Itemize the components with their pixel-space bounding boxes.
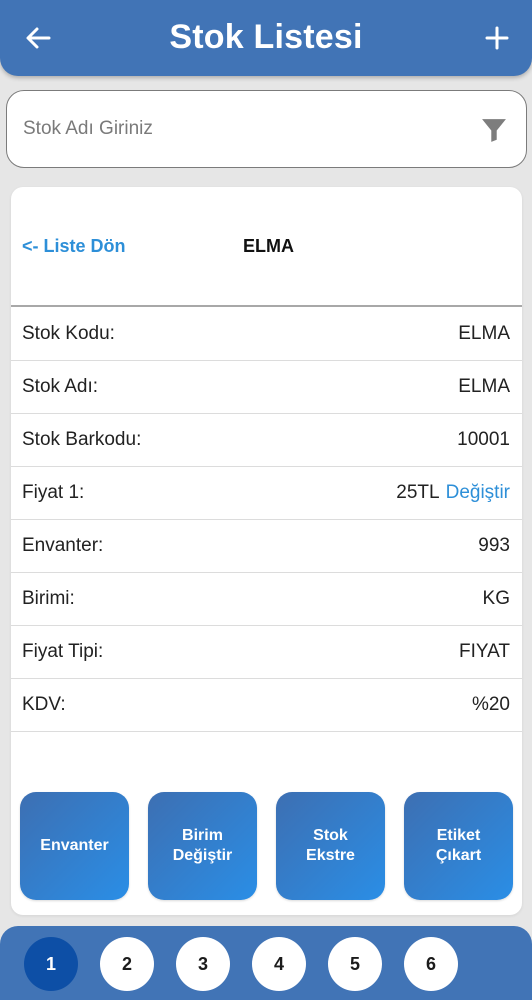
pagination-bar: 1 2 3 4 5 6 xyxy=(0,926,532,1000)
inventory-button[interactable]: Envanter xyxy=(20,792,129,900)
detail-label: Fiyat Tipi: xyxy=(22,641,104,662)
change-unit-button[interactable]: Birim Değiştir xyxy=(148,792,257,900)
detail-label: Stok Barkodu: xyxy=(22,429,142,450)
detail-label: Fiyat 1: xyxy=(22,482,85,503)
detail-row-stok-kodu: Stok Kodu: ELMA xyxy=(11,308,522,361)
price-value-group: 25TL Değiştir xyxy=(396,482,510,504)
detail-value: KG xyxy=(482,588,510,609)
search-box xyxy=(6,90,527,168)
arrow-left-icon xyxy=(26,27,51,49)
detail-label: KDV: xyxy=(22,694,66,715)
filter-icon[interactable] xyxy=(481,117,507,143)
page-button-2[interactable]: 2 xyxy=(100,937,154,991)
detail-label: Stok Kodu: xyxy=(22,323,115,344)
plus-icon xyxy=(485,26,509,50)
detail-row-envanter: Envanter: 993 xyxy=(11,520,522,573)
back-to-list-link[interactable]: <- Liste Dön xyxy=(22,236,126,257)
detail-row-birimi: Birimi: KG xyxy=(11,573,522,626)
page-button-6[interactable]: 6 xyxy=(404,937,458,991)
detail-value: ELMA xyxy=(458,323,510,344)
stock-title: ELMA xyxy=(243,236,294,256)
detail-label: Envanter: xyxy=(22,535,104,556)
page-button-5[interactable]: 5 xyxy=(328,937,382,991)
stock-statement-button[interactable]: Stok Ekstre xyxy=(276,792,385,900)
page-button-1[interactable]: 1 xyxy=(24,937,78,991)
detail-row-kdv: KDV: %20 xyxy=(11,679,522,732)
page-title: Stok Listesi xyxy=(169,17,363,56)
action-buttons: Envanter Birim Değiştir Stok Ekstre Etik… xyxy=(20,792,514,902)
card-header: <- Liste Dön ELMA xyxy=(11,187,522,307)
detail-row-fiyat-1: Fiyat 1: 25TL Değiştir xyxy=(11,467,522,520)
detail-value: ELMA xyxy=(458,376,510,397)
detail-value: %20 xyxy=(471,694,510,715)
print-label-button[interactable]: Etiket Çıkart xyxy=(404,792,513,900)
detail-row-fiyat-tipi: Fiyat Tipi: FIYAT xyxy=(11,626,522,679)
detail-row-stok-adi: Stok Adı: ELMA xyxy=(11,361,522,414)
detail-label: Birimi: xyxy=(22,588,75,609)
detail-value: 10001 xyxy=(457,429,510,450)
back-button[interactable] xyxy=(22,20,54,56)
add-button[interactable] xyxy=(480,18,514,58)
detail-value: 993 xyxy=(478,535,510,556)
detail-value: FIYAT xyxy=(458,641,510,662)
search-input[interactable] xyxy=(23,109,463,149)
detail-row-stok-barkodu: Stok Barkodu: 10001 xyxy=(11,414,522,467)
detail-value: 25TL xyxy=(396,482,440,503)
stock-detail-card: <- Liste Dön ELMA Stok Kodu: ELMA Stok A… xyxy=(11,187,522,915)
detail-label: Stok Adı: xyxy=(22,376,99,397)
page-button-3[interactable]: 3 xyxy=(176,937,230,991)
app-header: Stok Listesi xyxy=(0,0,532,76)
page-button-4[interactable]: 4 xyxy=(252,937,306,991)
change-price-link[interactable]: Değiştir xyxy=(446,482,510,503)
detail-list: Stok Kodu: ELMA Stok Adı: ELMA Stok Bark… xyxy=(11,308,522,732)
